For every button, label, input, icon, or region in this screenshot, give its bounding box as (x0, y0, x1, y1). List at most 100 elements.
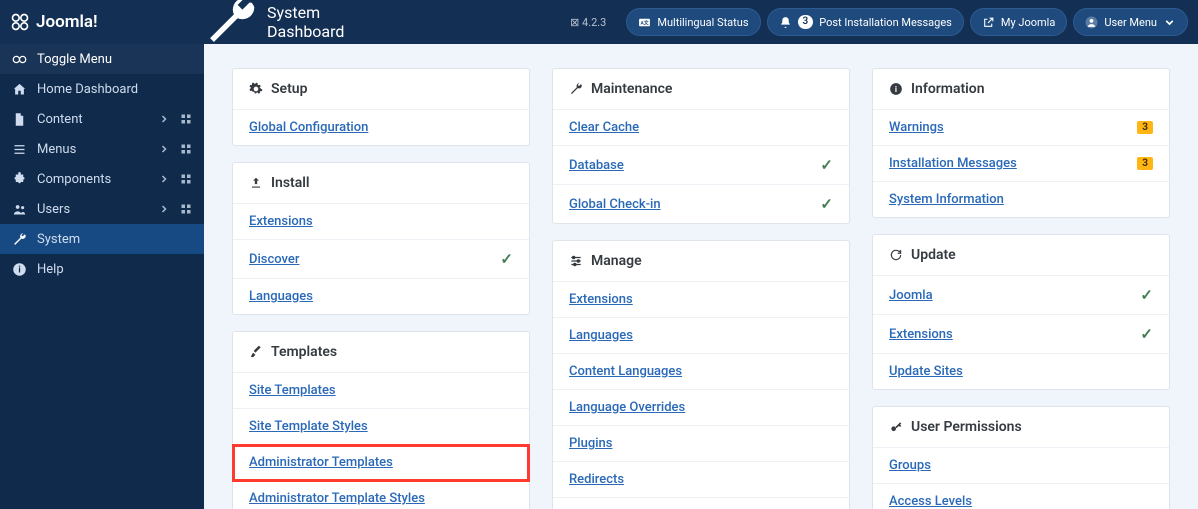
grid-icon[interactable] (180, 173, 192, 185)
card-header: Templates (233, 332, 529, 373)
svg-text:A文: A文 (641, 19, 649, 26)
sidebar-item-help[interactable]: i Help (0, 254, 204, 284)
wrench-icon (202, 0, 259, 51)
link-content-languages[interactable]: Content Languages (569, 364, 682, 379)
sidebar-item-system[interactable]: System (0, 224, 204, 254)
messages-badge: 3 (1137, 157, 1153, 170)
chevron-right-icon (158, 113, 170, 125)
grid-icon[interactable] (180, 203, 192, 215)
version-text: ⊠ 4.2.3 (570, 16, 606, 29)
users-icon (12, 202, 27, 217)
info-icon: i (889, 82, 903, 96)
svg-text:i: i (18, 265, 20, 275)
external-icon (982, 16, 995, 29)
link-warnings[interactable]: Warnings (889, 120, 944, 135)
list-icon (12, 142, 27, 157)
warnings-badge: 3 (1137, 121, 1153, 134)
link-install-languages[interactable]: Languages (249, 289, 313, 304)
link-clear-cache[interactable]: Clear Cache (569, 120, 639, 135)
user-menu-button[interactable]: User Menu (1073, 8, 1188, 36)
link-global-configuration[interactable]: Global Configuration (249, 120, 368, 135)
sidebar-item-label: Content (37, 112, 148, 127)
card-header: Install (233, 163, 529, 204)
wrench-icon (569, 82, 583, 96)
gear-icon (249, 82, 263, 96)
link-install-extensions[interactable]: Extensions (249, 214, 313, 229)
card-information: i Information Warnings 3 Installation Mes… (872, 68, 1170, 218)
puzzle-icon (12, 172, 27, 187)
link-system-information[interactable]: System Information (889, 192, 1004, 207)
sidebar-item-components[interactable]: Components (0, 164, 204, 194)
sidebar-item-label: Components (37, 172, 148, 187)
link-database[interactable]: Database (569, 158, 624, 173)
link-global-checkin[interactable]: Global Check-in (569, 197, 661, 212)
grid-icon[interactable] (180, 143, 192, 155)
chevron-right-icon (158, 203, 170, 215)
link-manage-languages[interactable]: Languages (569, 328, 633, 343)
toggle-icon (12, 52, 27, 67)
link-groups[interactable]: Groups (889, 458, 931, 473)
check-icon: ✓ (1140, 286, 1153, 304)
link-plugins[interactable]: Plugins (569, 436, 612, 451)
card-install: Install Extensions Discover✓ Languages (232, 162, 530, 315)
sidebar-item-label: Menus (37, 142, 148, 157)
link-site-templates[interactable]: Site Templates (249, 383, 336, 398)
link-admin-template-styles[interactable]: Administrator Template Styles (249, 491, 425, 506)
sidebar-item-label: Help (37, 262, 192, 277)
main-content: Setup Global Configuration Install Exten… (204, 44, 1198, 509)
sidebar-item-label: System (37, 232, 192, 247)
link-update-extensions[interactable]: Extensions (889, 327, 953, 342)
check-icon: ✓ (820, 195, 833, 213)
svg-text:i: i (895, 84, 897, 94)
post-install-button[interactable]: 3 Post Installation Messages (767, 8, 964, 36)
card-update: Update Joomla✓ Extensions✓ Update Sites (872, 234, 1170, 390)
sliders-icon (569, 254, 583, 268)
card-header: Setup (233, 69, 529, 110)
card-manage: Manage Extensions Languages Content Lang… (552, 240, 850, 509)
link-redirects[interactable]: Redirects (569, 472, 624, 487)
link-language-overrides[interactable]: Language Overrides (569, 400, 685, 415)
card-header: Maintenance (553, 69, 849, 110)
language-icon: A文 (638, 16, 651, 29)
sidebar-item-label: Toggle Menu (37, 52, 192, 67)
post-install-count: 3 (798, 15, 814, 29)
card-setup: Setup Global Configuration (232, 68, 530, 146)
joomla-icon (10, 12, 30, 32)
page-title: System Dashboard (202, 0, 344, 51)
link-access-levels[interactable]: Access Levels (889, 494, 972, 509)
grid-icon[interactable] (180, 113, 192, 125)
sidebar: Toggle Menu Home Dashboard Content Menus… (0, 44, 204, 509)
bell-icon (779, 16, 792, 29)
info-icon: i (12, 262, 27, 277)
file-icon (12, 112, 27, 127)
card-header: i Information (873, 69, 1169, 110)
key-icon (889, 420, 903, 434)
user-icon (1085, 16, 1098, 29)
card-templates: Templates Site Templates Site Template S… (232, 331, 530, 509)
link-installation-messages[interactable]: Installation Messages (889, 156, 1017, 171)
sidebar-item-label: Home Dashboard (37, 82, 192, 97)
card-permissions: User Permissions Groups Access Levels Se… (872, 406, 1170, 509)
link-manage-extensions[interactable]: Extensions (569, 292, 633, 307)
link-site-template-styles[interactable]: Site Template Styles (249, 419, 368, 434)
sidebar-item-users[interactable]: Users (0, 194, 204, 224)
link-discover[interactable]: Discover (249, 252, 299, 267)
card-header: Update (873, 235, 1169, 276)
sidebar-item-menus[interactable]: Menus (0, 134, 204, 164)
card-header: Manage (553, 241, 849, 282)
multilingual-status-button[interactable]: A文 Multilingual Status (626, 8, 760, 36)
brand-logo[interactable]: Joomla! (10, 12, 202, 32)
link-update-sites[interactable]: Update Sites (889, 364, 963, 379)
link-admin-templates[interactable]: Administrator Templates (249, 455, 393, 470)
toggle-menu-button[interactable]: Toggle Menu (0, 44, 204, 74)
my-joomla-button[interactable]: My Joomla (970, 8, 1067, 36)
chevron-right-icon (158, 143, 170, 155)
sidebar-item-content[interactable]: Content (0, 104, 204, 134)
upload-icon (249, 176, 263, 190)
sidebar-item-home[interactable]: Home Dashboard (0, 74, 204, 104)
card-header: User Permissions (873, 407, 1169, 448)
brand-text: Joomla! (36, 12, 98, 32)
card-maintenance: Maintenance Clear Cache Database ✓ Global… (552, 68, 850, 224)
chevron-down-icon (1163, 16, 1176, 29)
link-update-joomla[interactable]: Joomla (889, 288, 933, 303)
